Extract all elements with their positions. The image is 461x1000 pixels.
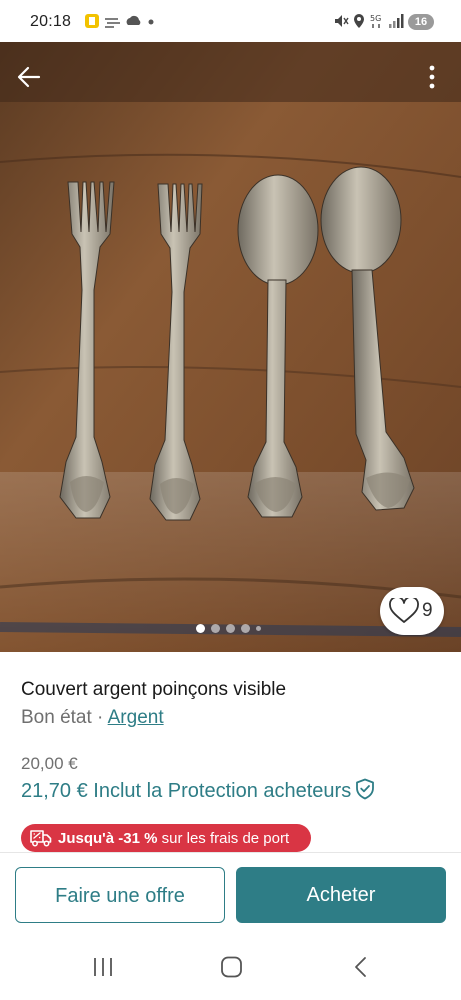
meta-separator: · <box>91 707 108 728</box>
item-condition: Bon état <box>21 707 92 728</box>
battery-indicator: 16 <box>408 14 434 30</box>
price-with-protection: 21,70 € <box>21 780 88 802</box>
buy-button[interactable]: Acheter <box>236 867 446 923</box>
promo-percent: -31 % <box>118 830 158 847</box>
promo-prefix: Jusqu'à <box>58 830 119 847</box>
heart-icon <box>389 598 419 623</box>
carousel-dot-active[interactable] <box>196 624 205 633</box>
item-meta: Bon état · Argent <box>21 707 164 729</box>
carousel-dot[interactable] <box>241 624 250 633</box>
carousel-dot[interactable] <box>226 624 235 633</box>
protection-label: Inclut la Protection acheteurs <box>93 780 352 802</box>
buyer-protection-price[interactable]: 21,70 € Inclut la Protection acheteurs <box>21 778 375 803</box>
favorite-count: 9 <box>422 600 433 621</box>
shipping-promo-badge: Jusqu'à -31 % sur les frais de port <box>21 824 311 852</box>
carousel-dot[interactable] <box>211 624 220 633</box>
status-bar: 20:18 5G 16 <box>0 0 461 42</box>
promo-text: Jusqu'à -31 % sur les frais de port <box>58 830 289 847</box>
brand-link[interactable]: Argent <box>108 707 164 728</box>
item-title: Couvert argent poinçons visible <box>21 679 287 700</box>
more-options-icon[interactable] <box>420 60 444 94</box>
weather-wind-icon <box>105 18 120 28</box>
app-notification-icon <box>85 14 99 28</box>
location-icon <box>354 14 364 28</box>
more-notifications-dot-icon <box>148 19 154 25</box>
cloud-icon <box>126 15 141 25</box>
item-price: 20,00 € <box>21 754 78 773</box>
make-offer-button[interactable]: Faire une offre <box>15 867 225 923</box>
recent-apps-icon[interactable] <box>92 956 114 978</box>
status-time: 20:18 <box>30 13 72 30</box>
svg-text:5G: 5G <box>370 14 381 23</box>
back-nav-icon[interactable] <box>352 956 370 978</box>
system-navigation-bar <box>0 938 461 1000</box>
item-photo <box>0 42 461 652</box>
promo-suffix: sur les frais de port <box>157 830 290 847</box>
favorite-button[interactable]: 9 <box>380 587 444 635</box>
home-icon[interactable] <box>220 956 244 978</box>
back-arrow-icon[interactable] <box>14 62 44 92</box>
5g-icon: 5G <box>370 14 381 28</box>
shield-check-icon <box>356 778 375 800</box>
delivery-truck-icon <box>30 830 52 847</box>
item-photo-carousel[interactable]: 9 <box>0 42 461 652</box>
action-bar: Faire une offre Acheter <box>0 852 461 939</box>
signal-icon <box>389 14 404 28</box>
carousel-dot[interactable] <box>256 626 261 631</box>
mute-icon <box>335 15 349 27</box>
